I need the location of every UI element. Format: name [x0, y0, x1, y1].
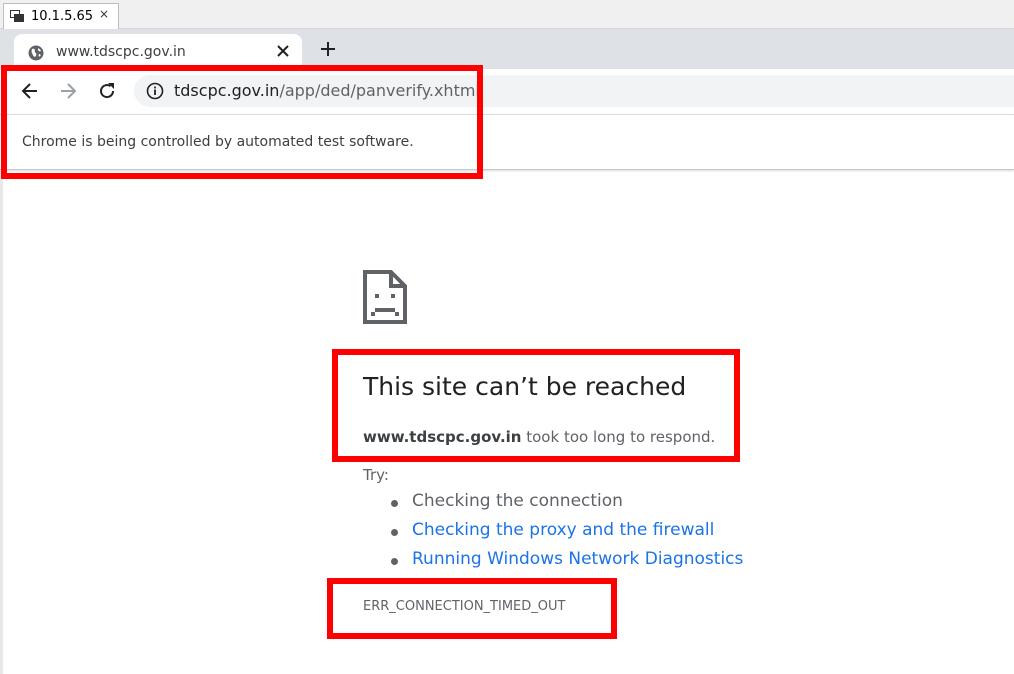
remote-desktop-tab[interactable]: 10.1.5.65 ×: [3, 3, 119, 29]
remote-window-close-button[interactable]: ×: [99, 7, 109, 21]
suggestion-check-proxy-link[interactable]: Checking the proxy and the firewall: [386, 520, 743, 549]
error-code: ERR_CONNECTION_TIMED_OUT: [363, 599, 566, 614]
remote-window-title: 10.1.5.65: [31, 9, 94, 24]
suggestion-check-connection: Checking the connection: [386, 491, 743, 520]
remote-desktop-tabstrip: 10.1.5.65 ×: [0, 0, 1014, 29]
browser-tab[interactable]: www.tdscpc.gov.in: [14, 34, 302, 70]
error-message: www.tdscpc.gov.in took too long to respo…: [363, 428, 715, 446]
error-heading: This site can’t be reached: [363, 372, 687, 401]
url-text: tdscpc.gov.in/app/ded/panverify.xhtml: [174, 81, 480, 100]
reload-icon[interactable]: [97, 81, 117, 101]
info-icon[interactable]: [146, 82, 164, 100]
globe-icon: [28, 45, 44, 61]
back-arrow-icon[interactable]: [20, 81, 40, 101]
address-bar[interactable]: tdscpc.gov.in/app/ded/panverify.xhtml: [134, 75, 1014, 107]
automation-infobar: Chrome is being controlled by automated …: [0, 114, 1014, 170]
error-host: www.tdscpc.gov.in: [363, 428, 522, 446]
suggestion-list: Checking the connection Checking the pro…: [386, 491, 743, 578]
remote-window-icon: [10, 10, 24, 22]
tab-title: www.tdscpc.gov.in: [56, 44, 186, 60]
plus-icon[interactable]: [319, 40, 337, 58]
infobar-message: Chrome is being controlled by automated …: [22, 134, 414, 150]
sad-page-icon: [363, 270, 407, 324]
error-message-text: took too long to respond.: [521, 428, 716, 446]
close-icon[interactable]: [276, 44, 290, 58]
browser-tabstrip: www.tdscpc.gov.in: [0, 29, 1014, 70]
url-path: /app/ded/panverify.xhtml: [279, 81, 480, 100]
suggestion-network-diagnostics-link[interactable]: Running Windows Network Diagnostics: [386, 549, 743, 578]
browser-toolbar: tdscpc.gov.in/app/ded/panverify.xhtml: [0, 69, 1014, 114]
forward-arrow-icon[interactable]: [58, 81, 78, 101]
error-page: This site can’t be reached www.tdscpc.go…: [0, 170, 1014, 674]
url-host: tdscpc.gov.in: [174, 81, 280, 100]
try-label: Try:: [363, 466, 389, 484]
